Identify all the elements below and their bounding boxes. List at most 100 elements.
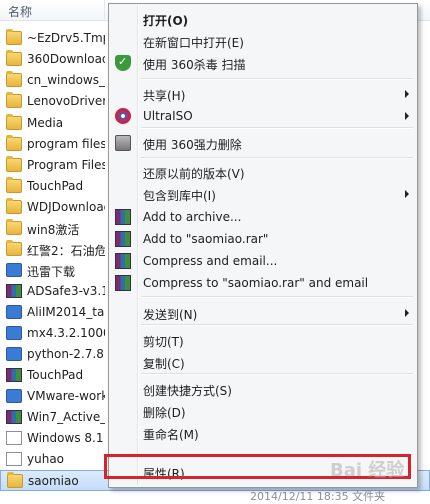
menu-item[interactable]: 发送到(N) bbox=[111, 302, 415, 324]
menu-item[interactable]: 删除(D) bbox=[111, 400, 415, 422]
app-icon bbox=[6, 263, 22, 277]
menu-item-label: 创建快捷方式(S) bbox=[143, 384, 232, 398]
menu-item-label: 共享(H) bbox=[143, 89, 186, 103]
file-name: WDJDownload bbox=[27, 200, 105, 214]
rar-icon bbox=[6, 410, 22, 424]
file-name: win8激活 bbox=[27, 223, 80, 237]
menu-item-label: 使用 360杀毒 扫描 bbox=[143, 58, 246, 72]
submenu-arrow-icon bbox=[405, 309, 409, 317]
file-name: ADSafe3-v3.1. bbox=[27, 284, 105, 298]
menu-item[interactable]: 还原以前的版本(V) bbox=[111, 161, 415, 183]
file-name: saomiao bbox=[28, 474, 79, 488]
folder-icon bbox=[6, 177, 22, 193]
menu-item[interactable]: 重命名(M) bbox=[111, 422, 415, 444]
menu-item-label: 还原以前的版本(V) bbox=[143, 167, 245, 181]
file-name: ~EzDrv5.Tmp bbox=[27, 31, 105, 45]
menu-item-label: 复制(C) bbox=[143, 357, 185, 371]
menu-item[interactable]: 共享(H) bbox=[111, 83, 415, 105]
doc-icon bbox=[6, 452, 22, 466]
menu-separator bbox=[141, 296, 413, 298]
menu-item-label: 使用 360强力删除 bbox=[143, 138, 242, 152]
folder-icon bbox=[6, 71, 22, 87]
file-name: 迅雷下载 bbox=[27, 265, 76, 279]
file-name: yuhao bbox=[27, 452, 65, 466]
file-name: VMware-work bbox=[27, 389, 105, 403]
watermark: Bai 经验 bbox=[330, 460, 405, 481]
file-name: 红警2：石油危 bbox=[27, 244, 105, 258]
menu-item[interactable]: 打开(O) bbox=[111, 8, 415, 30]
folder-icon bbox=[6, 92, 22, 108]
menu-item[interactable]: Add to archive... bbox=[111, 206, 415, 228]
menu-separator bbox=[141, 157, 413, 159]
menu-item[interactable]: 包含到库中(I) bbox=[111, 183, 415, 205]
folder-icon bbox=[6, 29, 22, 45]
file-name: Windows 8.1 bbox=[27, 431, 104, 445]
folder-icon bbox=[6, 219, 22, 235]
submenu-arrow-icon bbox=[405, 90, 409, 98]
file-name: LenovoDrivers bbox=[27, 94, 105, 108]
rar-icon bbox=[6, 284, 22, 298]
menu-separator bbox=[141, 78, 413, 80]
file-name: Media bbox=[27, 116, 64, 130]
folder-icon bbox=[6, 240, 22, 256]
menu-item[interactable]: 使用 360强力删除 bbox=[111, 132, 415, 154]
column-separator[interactable] bbox=[104, 0, 105, 20]
file-name: 360Download bbox=[27, 52, 105, 66]
rar-icon bbox=[6, 368, 22, 382]
menu-item-label: 包含到库中(I) bbox=[143, 189, 216, 203]
menu-item[interactable]: 创建快捷方式(S) bbox=[111, 378, 415, 400]
context-menu: 打开(O) 在新窗口中打开(E) 使用 360杀毒 扫描共享(H) UltraISO 使… bbox=[108, 3, 418, 488]
file-name: cn_windows_8 bbox=[27, 73, 105, 87]
winrar-icon bbox=[115, 231, 131, 247]
shredder-icon bbox=[115, 135, 131, 151]
menu-item-label: Add to "saomiao.rar" bbox=[143, 232, 269, 246]
app-icon bbox=[6, 326, 22, 340]
file-name: python-2.7.8 bbox=[27, 347, 104, 361]
menu-item-label: 在新窗口中打开(E) bbox=[143, 36, 244, 50]
winrar-icon bbox=[115, 275, 131, 291]
folder-icon bbox=[6, 156, 22, 172]
submenu-arrow-icon bbox=[405, 112, 409, 120]
file-name: mx4.3.2.1000c bbox=[27, 326, 105, 340]
doc-icon bbox=[6, 431, 22, 445]
menu-item-label: Compress and email... bbox=[143, 254, 278, 268]
app-icon bbox=[6, 305, 22, 319]
folder-icon bbox=[6, 50, 22, 66]
file-name: TouchPad bbox=[27, 368, 84, 382]
file-name: program files bbox=[27, 137, 105, 151]
menu-item[interactable]: Compress to "saomiao.rar" and email bbox=[111, 272, 415, 294]
file-name: AliIM2014_tac bbox=[27, 305, 105, 319]
menu-item[interactable]: 剪切(T) bbox=[111, 329, 415, 351]
folder-icon bbox=[6, 198, 22, 214]
menu-item-label: Compress to "saomiao.rar" and email bbox=[143, 276, 369, 290]
file-name: TouchPad bbox=[27, 179, 84, 193]
menu-item[interactable]: Compress and email... bbox=[111, 250, 415, 272]
folder-icon bbox=[6, 114, 22, 130]
360-shield-icon bbox=[115, 55, 131, 71]
submenu-arrow-icon bbox=[405, 190, 409, 198]
menu-item[interactable]: 复制(C) bbox=[111, 351, 415, 373]
app-icon bbox=[6, 389, 22, 403]
menu-item[interactable]: Add to "saomiao.rar" bbox=[111, 228, 415, 250]
app-icon bbox=[6, 347, 22, 361]
menu-item-label: 发送到(N) bbox=[143, 308, 198, 322]
menu-item-label: 重命名(M) bbox=[143, 428, 199, 442]
menu-separator bbox=[141, 373, 413, 375]
menu-item-label: Add to archive... bbox=[143, 210, 242, 224]
folder-icon bbox=[7, 472, 23, 488]
winrar-icon bbox=[115, 209, 131, 225]
menu-item[interactable]: 使用 360杀毒 扫描 bbox=[111, 52, 415, 74]
file-name: Win7_Active_1 bbox=[27, 410, 105, 424]
menu-item[interactable]: UltraISO bbox=[111, 105, 415, 127]
file-name: Program Files bbox=[27, 158, 105, 172]
name-column-label[interactable]: 名称 bbox=[8, 3, 32, 20]
ultraiso-disc-icon bbox=[115, 108, 131, 124]
menu-item-label: 打开(O) bbox=[143, 14, 189, 28]
menu-separator bbox=[141, 324, 413, 326]
menu-item-label: 剪切(T) bbox=[143, 335, 184, 349]
winrar-icon bbox=[115, 253, 131, 269]
menu-item-label: 删除(D) bbox=[143, 406, 186, 420]
menu-item-label: UltraISO bbox=[143, 109, 193, 123]
folder-icon bbox=[6, 135, 22, 151]
menu-item[interactable]: 在新窗口中打开(E) bbox=[111, 30, 415, 52]
